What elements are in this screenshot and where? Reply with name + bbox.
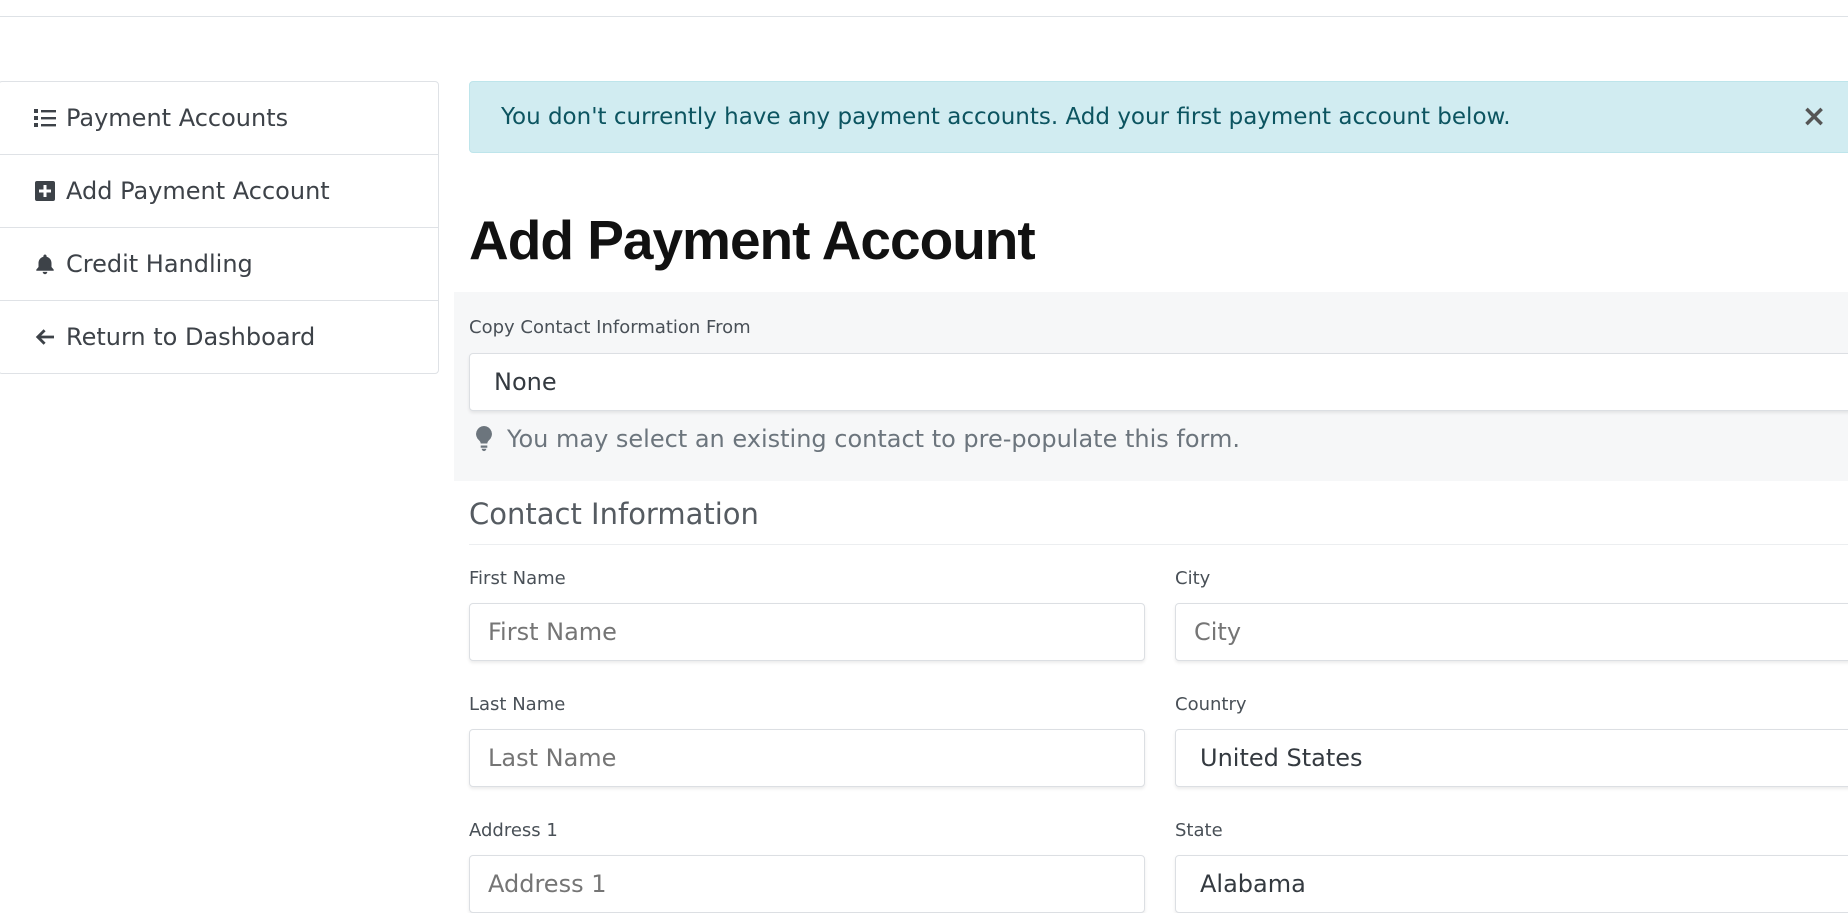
arrow-left-icon <box>32 324 58 350</box>
state-label: State <box>1175 820 1223 841</box>
top-divider <box>0 16 1848 17</box>
country-select[interactable]: United States <box>1175 729 1848 787</box>
sidebar-item-payment-accounts[interactable]: Payment Accounts <box>0 82 438 155</box>
sidebar-item-return-dashboard[interactable]: Return to Dashboard <box>0 301 438 373</box>
info-alert: You don't currently have any payment acc… <box>469 81 1848 153</box>
city-input[interactable] <box>1175 603 1848 661</box>
copy-contact-select[interactable]: None <box>469 353 1848 411</box>
sidebar-item-label: Return to Dashboard <box>66 323 316 351</box>
country-value: United States <box>1200 744 1363 772</box>
plus-square-icon <box>32 178 58 204</box>
list-icon <box>32 105 58 131</box>
sidebar-item-label: Add Payment Account <box>66 177 330 205</box>
bell-icon <box>32 251 58 277</box>
first-name-label: First Name <box>469 568 566 589</box>
sidebar-item-credit-handling[interactable]: Credit Handling <box>0 228 438 301</box>
first-name-input[interactable] <box>469 603 1145 661</box>
state-value: Alabama <box>1200 870 1306 898</box>
country-label: Country <box>1175 694 1247 715</box>
city-label: City <box>1175 568 1211 589</box>
sidebar-item-add-payment-account[interactable]: Add Payment Account <box>0 155 438 228</box>
address1-input[interactable] <box>469 855 1145 913</box>
copy-contact-help-text: You may select an existing contact to pr… <box>507 425 1240 453</box>
copy-contact-help: You may select an existing contact to pr… <box>473 425 1240 453</box>
last-name-input[interactable] <box>469 729 1145 787</box>
copy-contact-label: Copy Contact Information From <box>469 317 751 338</box>
address1-label: Address 1 <box>469 820 558 841</box>
alert-message: You don't currently have any payment acc… <box>501 104 1511 130</box>
copy-contact-value: None <box>494 368 557 396</box>
state-select[interactable]: Alabama <box>1175 855 1848 913</box>
close-icon[interactable]: × <box>1801 102 1826 132</box>
section-divider <box>469 544 1848 545</box>
page-title: Add Payment Account <box>469 209 1036 271</box>
lightbulb-icon <box>473 425 495 453</box>
last-name-label: Last Name <box>469 694 566 715</box>
sidebar-item-label: Payment Accounts <box>66 104 289 132</box>
sidebar-nav: Payment Accounts Add Payment Account Cre… <box>0 81 439 374</box>
sidebar-item-label: Credit Handling <box>66 250 253 278</box>
section-title-contact: Contact Information <box>469 497 759 531</box>
